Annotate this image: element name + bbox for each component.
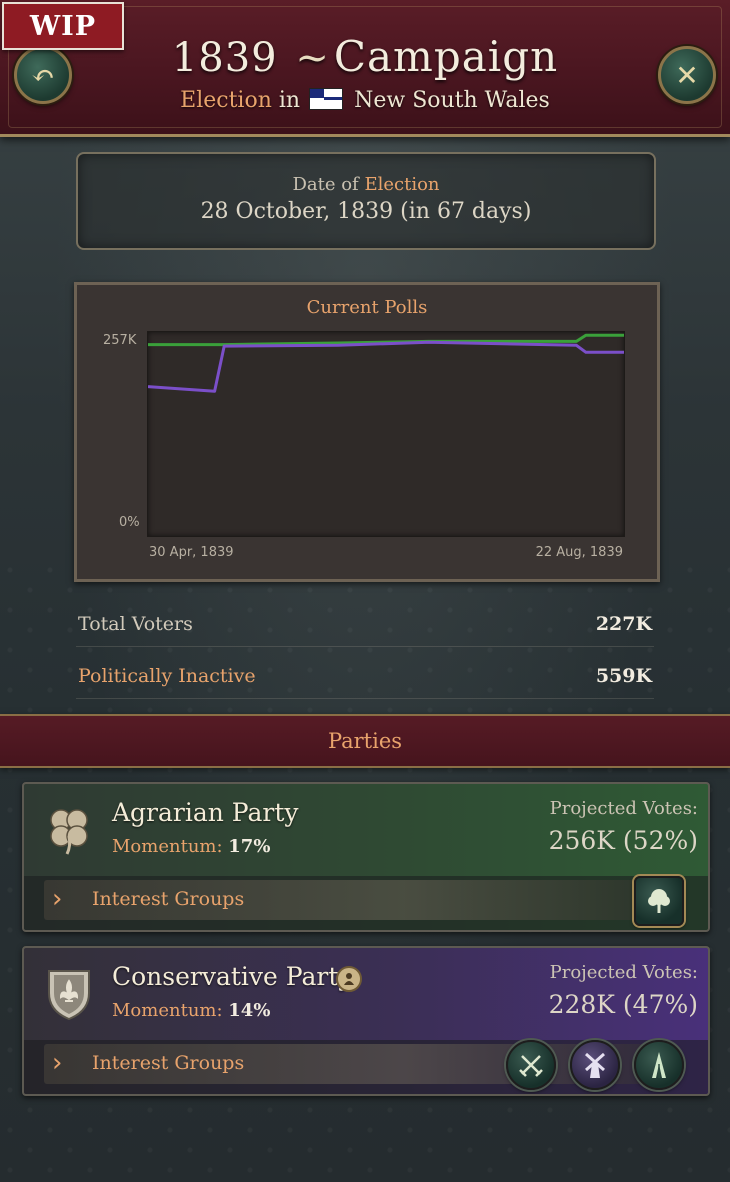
close-icon: ✕ [675, 58, 699, 92]
date-value: 28 October, 1839 (in 67 days) [200, 199, 532, 224]
momentum-label: Momentum: [112, 1000, 223, 1021]
polls-chart[interactable] [147, 331, 625, 537]
date-label: Date of Election [78, 174, 654, 195]
chevron-right-icon[interactable]: › [52, 884, 62, 914]
x-tick-left: 30 Apr, 1839 [149, 545, 234, 560]
windmill-icon[interactable] [570, 1040, 620, 1090]
total-voters-label: Total Voters [78, 613, 193, 635]
crossed-swords-icon[interactable] [506, 1040, 556, 1090]
party-name[interactable]: Agrarian Party [112, 798, 299, 827]
wip-badge: WIP [2, 2, 124, 50]
y-tick-top: 257K [103, 333, 137, 348]
politically-inactive-row[interactable]: Politically Inactive 559K [76, 654, 654, 699]
polls-title: Current Polls [306, 297, 428, 318]
subtitle-election: Election [180, 88, 272, 113]
projected-votes-label: Projected Votes: [549, 798, 698, 819]
clover-icon[interactable] [40, 800, 98, 860]
subtitle-region[interactable]: New South Wales [354, 88, 550, 113]
date-label-accent: Election [364, 174, 440, 195]
title-swash: ~ [295, 35, 330, 81]
party-card-agrarian[interactable]: Agrarian Party Momentum: 17% Projected V… [22, 782, 710, 932]
spire-icon[interactable] [634, 1040, 684, 1090]
momentum-label: Momentum: [112, 836, 223, 857]
momentum-value: 14% [228, 1000, 271, 1021]
close-button[interactable]: ✕ [658, 46, 716, 104]
projected-votes-value: 228K (47%) [548, 990, 698, 1019]
party-momentum: Momentum: 14% [112, 1000, 270, 1021]
poll-series-line-1 [148, 340, 624, 393]
election-date-card: Date of Election 28 October, 1839 (in 67… [76, 152, 656, 250]
current-polls-panel: Current Polls 257K 0% 30 Apr, 1839 22 Au… [74, 282, 660, 582]
projected-votes-value: 256K (52%) [548, 826, 698, 855]
y-tick-bottom: 0% [119, 515, 140, 530]
page-subtitle: Election in New South Wales [0, 88, 730, 113]
projected-votes-label: Projected Votes: [549, 962, 698, 983]
interest-groups-label[interactable]: Interest Groups [92, 888, 244, 910]
date-label-prefix: Date of [292, 174, 359, 195]
party-momentum: Momentum: 17% [112, 836, 270, 857]
politically-inactive-value: 559K [595, 665, 652, 687]
party-leader-icon[interactable] [336, 966, 362, 992]
title-word: Campaign [333, 32, 559, 81]
party-card-conservative[interactable]: Conservative Party Momentum: 14% Project… [22, 946, 710, 1096]
chevron-right-icon[interactable]: › [52, 1048, 62, 1078]
politically-inactive-label: Politically Inactive [78, 665, 256, 687]
total-voters-row[interactable]: Total Voters 227K [76, 602, 654, 647]
interest-groups-label[interactable]: Interest Groups [92, 1052, 244, 1074]
fleur-de-lis-shield-icon[interactable] [40, 964, 98, 1024]
polls-chart-svg [148, 333, 624, 393]
x-tick-right: 22 Aug, 1839 [535, 545, 623, 560]
parties-header: Parties [0, 714, 730, 768]
tree-icon[interactable] [634, 876, 684, 926]
momentum-value: 17% [228, 836, 271, 857]
total-voters-value: 227K [595, 613, 652, 635]
undo-arrow-icon: ↶ [31, 58, 55, 92]
new-south-wales-flag-icon [309, 88, 344, 110]
back-button[interactable]: ↶ [14, 46, 72, 104]
subtitle-in: in [278, 88, 301, 113]
title-year: 1839 [171, 35, 278, 81]
party-name[interactable]: Conservative Party [112, 962, 353, 991]
